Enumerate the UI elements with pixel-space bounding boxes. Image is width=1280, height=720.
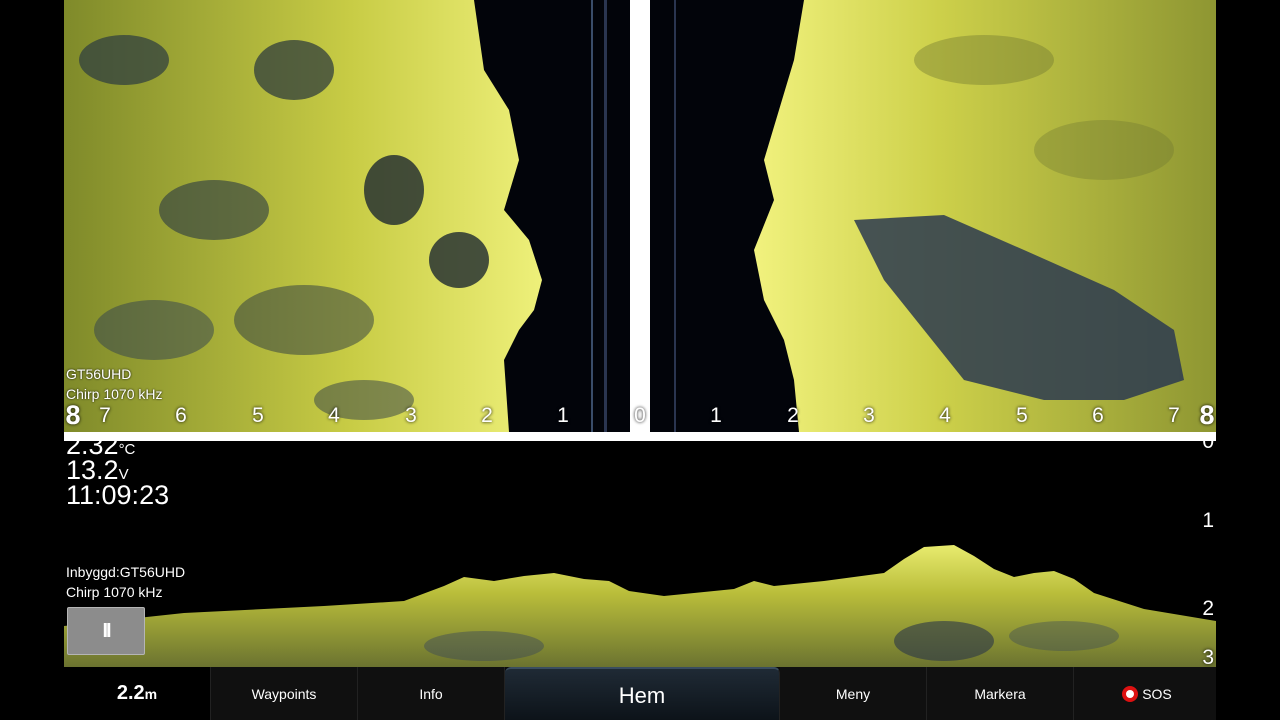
scale-right-6: 6 bbox=[1092, 404, 1104, 427]
down-view-image bbox=[64, 441, 1216, 667]
sos-button[interactable]: SOS bbox=[1074, 667, 1216, 720]
scale-left-2: 2 bbox=[481, 404, 493, 427]
scale-right-1: 1 bbox=[710, 404, 722, 427]
side-view-sonar[interactable]: GT56UHD Chirp 1070 kHz 8 7 6 5 4 3 2 1 0… bbox=[64, 0, 1216, 432]
time-readout: 11:09:23 bbox=[66, 480, 170, 510]
view-divider[interactable] bbox=[64, 432, 1216, 441]
scale-right-4: 4 bbox=[939, 404, 951, 427]
scale-left-7: 7 bbox=[99, 404, 111, 427]
depth-tick-3: 3 bbox=[1202, 646, 1214, 667]
pause-icon: II bbox=[102, 619, 111, 642]
depth-value: 2.2 bbox=[116, 682, 145, 704]
home-button[interactable]: Hem bbox=[505, 667, 780, 720]
mark-button[interactable]: Markera bbox=[927, 667, 1074, 720]
range-right-edge: 8 bbox=[1199, 400, 1215, 430]
scale-right-3: 3 bbox=[863, 404, 875, 427]
scale-left-4: 4 bbox=[328, 404, 340, 427]
down-view-frequency-label: Chirp 1070 kHz bbox=[66, 584, 163, 600]
scale-left-1: 1 bbox=[557, 404, 569, 427]
menu-button[interactable]: Meny bbox=[780, 667, 927, 720]
depth-tick-1: 1 bbox=[1202, 509, 1214, 532]
scale-right-2: 2 bbox=[787, 404, 799, 427]
side-view-transducer-label: GT56UHD bbox=[66, 366, 132, 382]
waypoints-button[interactable]: Waypoints bbox=[211, 667, 358, 720]
range-left-edge: 8 bbox=[65, 400, 81, 430]
lifebuoy-icon bbox=[1122, 685, 1139, 702]
depth-tick-0: 0 bbox=[1202, 441, 1214, 453]
scale-left-3: 3 bbox=[405, 404, 417, 427]
scale-left-5: 5 bbox=[252, 404, 264, 427]
down-view-sonar[interactable]: Inbyggd:GT56UHD Chirp 1070 kHz 0 1 2 3 bbox=[64, 441, 1216, 667]
depth-tick-2: 2 bbox=[1202, 597, 1214, 620]
depth-readout: 2.2 m bbox=[64, 667, 211, 720]
pause-button[interactable]: II bbox=[67, 607, 145, 655]
sos-label: SOS bbox=[1142, 685, 1172, 702]
info-button[interactable]: Info bbox=[358, 667, 505, 720]
scale-right-7: 7 bbox=[1168, 404, 1180, 427]
scale-center-0: 0 bbox=[634, 404, 646, 427]
temperature-unit: °C bbox=[118, 441, 136, 458]
scale-left-6: 6 bbox=[175, 404, 187, 427]
scale-right-5: 5 bbox=[1016, 404, 1028, 427]
bottom-nav-bar: 2.2 m Waypoints Info Hem Meny Markera SOS bbox=[64, 667, 1216, 720]
depth-unit: m bbox=[144, 685, 158, 702]
down-view-transducer-label: Inbyggd:GT56UHD bbox=[66, 564, 186, 580]
sonar-screen: GT56UHD Chirp 1070 kHz 8 7 6 5 4 3 2 1 0… bbox=[64, 0, 1216, 720]
side-view-image bbox=[64, 0, 1216, 432]
